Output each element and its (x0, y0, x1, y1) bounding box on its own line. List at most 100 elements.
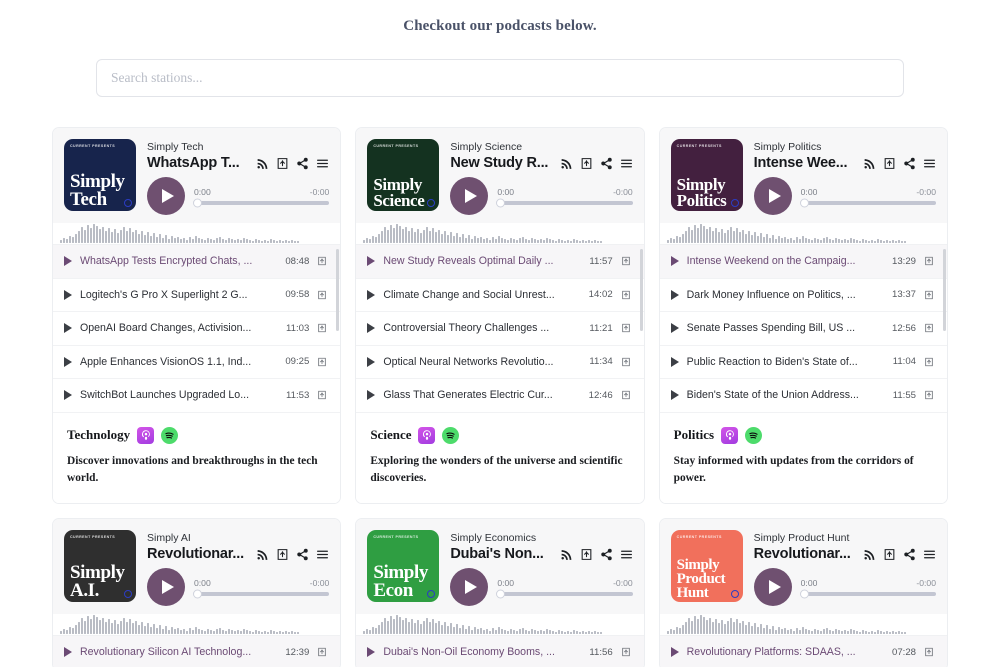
episode-row[interactable]: Revolutionary Silicon AI Technolog... 12:… (53, 636, 341, 667)
playlist-icon[interactable] (923, 548, 936, 561)
episode-download-icon[interactable] (317, 647, 327, 657)
play-button[interactable] (147, 177, 185, 216)
podcast-card-5[interactable]: CURRENT PRESENTS Simply Econ Simply Econ… (355, 517, 645, 667)
rss-icon[interactable] (560, 548, 573, 561)
episode-list-scrollbar[interactable] (943, 249, 946, 332)
progress-track[interactable] (799, 198, 936, 208)
episode-play-icon[interactable] (367, 647, 376, 658)
episode-row[interactable]: Intense Weekend on the Campaig... 13:29 (659, 245, 947, 279)
episode-download-icon[interactable] (924, 390, 934, 400)
rss-icon[interactable] (256, 548, 269, 561)
waveform[interactable] (356, 223, 644, 246)
play-button[interactable] (753, 568, 792, 607)
episode-row[interactable]: OpenAI Board Changes, Activision... 11:03 (53, 312, 341, 346)
episode-row[interactable]: Senate Passes Spending Bill, US ... 12:56 (659, 312, 947, 346)
waveform[interactable] (53, 223, 341, 246)
episode-download-icon[interactable] (621, 357, 631, 367)
episode-download-icon[interactable] (317, 357, 327, 367)
episode-row[interactable]: Apple Enhances VisionOS 1.1, Ind... 09:25 (53, 346, 341, 380)
spotify-icon[interactable] (442, 426, 460, 444)
progress-knob[interactable] (193, 589, 202, 599)
episode-download-icon[interactable] (317, 390, 327, 400)
share-icon[interactable] (600, 548, 613, 561)
podcast-card-6[interactable]: CURRENT PRESENTS Simply Product Hunt Sim… (658, 517, 948, 667)
spotify-icon[interactable] (745, 426, 763, 444)
apple-podcasts-icon[interactable] (721, 426, 739, 444)
episode-play-icon[interactable] (367, 390, 376, 401)
spotify-icon[interactable] (161, 426, 179, 444)
progress-knob[interactable] (496, 589, 506, 599)
episode-row[interactable]: Public Reaction to Biden's State of... 11… (659, 346, 947, 380)
playlist-icon[interactable] (620, 548, 633, 561)
episode-row[interactable]: Dark Money Influence on Politics, ... 13:… (659, 279, 947, 313)
episode-download-icon[interactable] (924, 256, 934, 266)
progress-knob[interactable] (496, 198, 506, 208)
episode-play-icon[interactable] (64, 356, 72, 367)
progress-knob[interactable] (799, 589, 809, 599)
download-icon[interactable] (580, 157, 593, 170)
podcast-card-3[interactable]: CURRENT PRESENTS Simply Politics Simply … (658, 127, 948, 504)
apple-podcasts-icon[interactable] (137, 426, 155, 444)
podcast-card-4[interactable]: CURRENT PRESENTS Simply A.I. Simply AI R… (52, 517, 342, 667)
episode-download-icon[interactable] (317, 290, 327, 300)
episode-download-icon[interactable] (621, 390, 631, 400)
playlist-icon[interactable] (316, 157, 329, 170)
episode-row[interactable]: SwitchBot Launches Upgraded Lo... 11:53 (53, 379, 341, 413)
waveform[interactable] (659, 614, 947, 637)
episode-row[interactable]: Climate Change and Social Unrest... 14:02 (356, 279, 644, 313)
episode-row[interactable]: Dubai's Non-Oil Economy Booms, ... 11:56 (356, 636, 644, 667)
episode-play-icon[interactable] (670, 323, 679, 334)
episode-download-icon[interactable] (924, 357, 934, 367)
episode-play-icon[interactable] (367, 356, 376, 367)
play-button[interactable] (450, 568, 489, 607)
episode-row[interactable]: Revolutionary Platforms: SDAAS, ... 07:28 (659, 636, 947, 667)
episode-download-icon[interactable] (317, 323, 327, 333)
progress-track[interactable] (193, 198, 330, 208)
episode-download-icon[interactable] (924, 323, 934, 333)
download-icon[interactable] (276, 548, 289, 561)
search-input[interactable] (96, 59, 904, 97)
share-icon[interactable] (296, 157, 309, 170)
podcast-card-2[interactable]: CURRENT PRESENTS Simply Science Simply S… (355, 127, 645, 504)
download-icon[interactable] (883, 548, 896, 561)
episode-play-icon[interactable] (670, 356, 679, 367)
episode-row[interactable]: WhatsApp Tests Encrypted Chats, ... 08:48 (53, 245, 341, 279)
play-button[interactable] (450, 177, 489, 216)
episode-download-icon[interactable] (621, 256, 631, 266)
share-icon[interactable] (296, 548, 309, 561)
episode-play-icon[interactable] (64, 390, 72, 401)
episode-play-icon[interactable] (367, 256, 376, 267)
episode-download-icon[interactable] (924, 290, 934, 300)
episode-play-icon[interactable] (670, 647, 679, 658)
episode-list-scrollbar[interactable] (639, 249, 643, 332)
progress-track[interactable] (496, 589, 633, 599)
play-button[interactable] (753, 177, 792, 216)
rss-icon[interactable] (256, 157, 269, 170)
episode-play-icon[interactable] (670, 289, 679, 300)
episode-download-icon[interactable] (924, 647, 934, 657)
playlist-icon[interactable] (620, 157, 633, 170)
episode-play-icon[interactable] (64, 256, 72, 267)
episode-row[interactable]: Glass That Generates Electric Cur... 12:4… (356, 379, 644, 413)
rss-icon[interactable] (863, 157, 876, 170)
waveform[interactable] (659, 223, 947, 246)
progress-knob[interactable] (193, 198, 202, 208)
download-icon[interactable] (883, 157, 896, 170)
progress-track[interactable] (799, 589, 936, 599)
episode-row[interactable]: Biden's State of the Union Address... 11:… (659, 379, 947, 413)
episode-play-icon[interactable] (670, 256, 679, 267)
play-button[interactable] (147, 568, 185, 607)
episode-download-icon[interactable] (621, 647, 631, 657)
episode-row[interactable]: Logitech's G Pro X Superlight 2 G... 09:5… (53, 279, 341, 313)
episode-row[interactable]: New Study Reveals Optimal Daily ... 11:57 (356, 245, 644, 279)
rss-icon[interactable] (863, 548, 876, 561)
download-icon[interactable] (276, 157, 289, 170)
share-icon[interactable] (903, 157, 916, 170)
episode-play-icon[interactable] (670, 390, 679, 401)
apple-podcasts-icon[interactable] (418, 426, 436, 444)
episode-row[interactable]: Controversial Theory Challenges ... 11:21 (356, 312, 644, 346)
rss-icon[interactable] (560, 157, 573, 170)
episode-play-icon[interactable] (64, 323, 72, 334)
episode-download-icon[interactable] (621, 290, 631, 300)
download-icon[interactable] (580, 548, 593, 561)
